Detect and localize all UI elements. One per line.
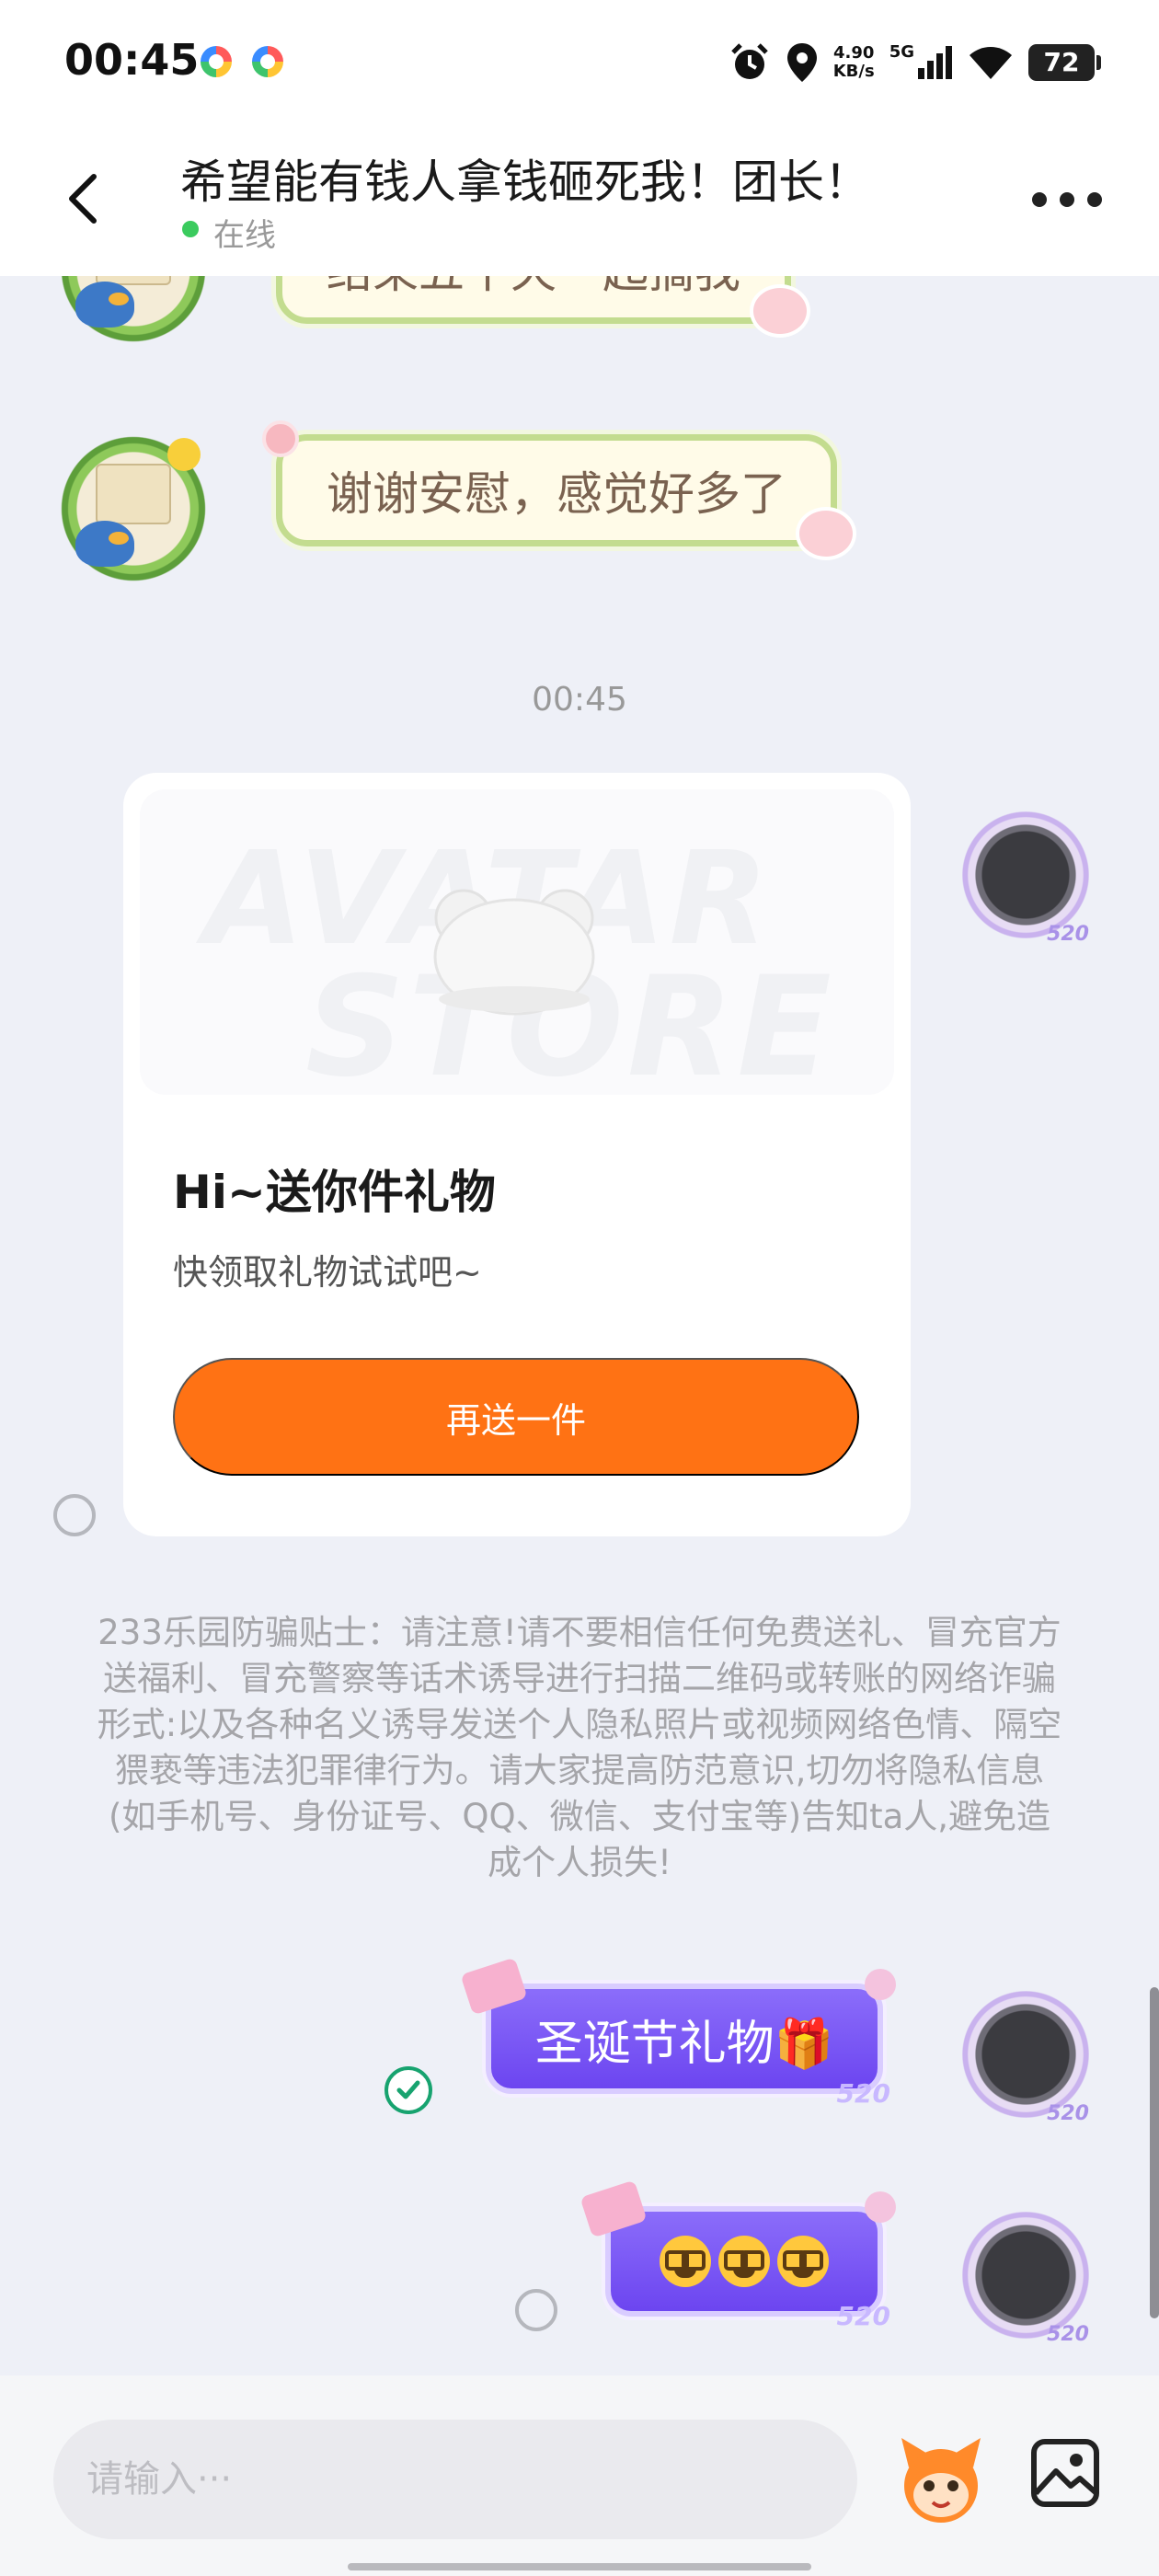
corner-decoration-icon: [865, 2191, 896, 2223]
gift-card-title: Hi~送你件礼物: [173, 1166, 496, 1219]
message-text: 结束五十天一起搞我: [327, 276, 740, 301]
sent-message-bubble[interactable]: 圣诞节礼物🎁 520: [460, 1957, 896, 2109]
status-bar: 00:45 4.90 KB/s 5G 72: [0, 0, 1159, 123]
more-options-button[interactable]: [1032, 186, 1102, 213]
network-speed-unit: KB/s: [832, 62, 875, 81]
received-message-bubble[interactable]: 谢谢安慰，感觉好多了: [262, 420, 856, 560]
status-indicators: 4.90 KB/s 5G 72: [729, 37, 1101, 88]
flower-decoration-icon: [262, 420, 299, 457]
alarm-icon: [730, 43, 768, 79]
contact-avatar[interactable]: [57, 432, 210, 585]
corner-decoration-icon: [865, 1969, 896, 2000]
gallery-image-icon[interactable]: [1028, 2436, 1102, 2510]
home-indicator[interactable]: [348, 2563, 811, 2570]
message-text: 圣诞节礼物🎁: [534, 2016, 834, 2072]
nerd-face-emoji-icon: [660, 2236, 711, 2287]
message-input[interactable]: [53, 2420, 857, 2539]
message-select-circle[interactable]: [515, 2289, 557, 2331]
chat-scrollbar[interactable]: [1150, 1987, 1159, 2318]
checkmark-icon: [396, 2080, 420, 2099]
nerd-face-emoji-icon: [718, 2236, 770, 2287]
my-avatar[interactable]: 520: [949, 799, 1102, 951]
message-timestamp: 00:45: [532, 681, 627, 719]
my-avatar[interactable]: 520: [949, 1978, 1102, 2131]
avatar-paper-icon: [96, 464, 171, 524]
avatar-bird-icon: [75, 521, 134, 567]
gift-card[interactable]: AVATAR STORE Hi~送你件礼物 快领取礼物试试吧~ 再送一件: [123, 773, 911, 1536]
more-dot-icon: [1032, 192, 1047, 207]
app-notification-icon: [252, 46, 283, 77]
app-notification-icon: [201, 46, 232, 77]
location-icon: [786, 43, 817, 82]
more-dot-icon: [1060, 192, 1074, 207]
chat-messages-area[interactable]: 结束五十天一起搞我 谢谢安慰，感觉好多了 00:45 520 AVATAR ST…: [0, 276, 1159, 2375]
nerd-face-emoji-icon: [777, 2236, 829, 2287]
contact-avatar[interactable]: [57, 276, 210, 346]
status-time: 00:45: [64, 35, 200, 85]
online-status-dot: [182, 221, 199, 237]
anti-fraud-tip: 233乐园防骗贴士：请注意!请不要相信任何免费送礼、冒充官方送福利、冒充警察等话…: [97, 1613, 1062, 1882]
mascot-emoji-button[interactable]: [892, 2431, 990, 2528]
pig-sticker-icon: [750, 284, 810, 338]
avatar-bird-icon: [75, 282, 134, 328]
bubble-tag: 520: [836, 2301, 890, 2331]
message-text: 谢谢安慰，感觉好多了: [327, 467, 786, 521]
bubble-tag: 520: [836, 2078, 890, 2109]
avatar-flower-icon: [167, 438, 201, 471]
send-another-gift-button[interactable]: 再送一件: [173, 1358, 859, 1476]
chat-header: 希望能有钱人拿钱砸死我！团长！ 在线: [0, 123, 1159, 276]
message-select-circle[interactable]: [53, 1494, 96, 1536]
gift-image: AVATAR STORE: [140, 789, 894, 1095]
my-avatar[interactable]: 520: [949, 2199, 1102, 2352]
network-speed: 4.90 KB/s: [833, 44, 875, 81]
avatar-frame-tag: 520: [1047, 2102, 1089, 2125]
love-letter-decoration-icon: [580, 2179, 648, 2238]
wifi-icon: [970, 47, 1012, 79]
avatar-frame-tag: 520: [1047, 923, 1089, 946]
received-message-bubble[interactable]: 结束五十天一起搞我: [276, 276, 810, 338]
gift-card-subtitle: 快领取礼物试试吧~: [173, 1252, 482, 1293]
signal-icon: [918, 46, 952, 79]
online-status-text: 在线: [213, 217, 276, 254]
pig-sticker-icon: [796, 507, 856, 560]
chat-title: 希望能有钱人拿钱砸死我！团长！: [180, 155, 870, 209]
network-type: 5G: [889, 41, 914, 62]
bear-hat-icon: [433, 889, 595, 1016]
battery-indicator: 72: [1028, 44, 1101, 81]
input-bar: [0, 2375, 1159, 2576]
network-speed-value: 4.90: [832, 43, 875, 63]
avatar-frame-tag: 520: [1047, 2323, 1089, 2346]
back-button[interactable]: [57, 171, 112, 226]
sent-emoji-message-bubble[interactable]: 520: [580, 2179, 896, 2331]
love-letter-decoration-icon: [460, 1957, 528, 2016]
read-check-icon: [384, 2066, 432, 2114]
more-dot-icon: [1087, 192, 1102, 207]
